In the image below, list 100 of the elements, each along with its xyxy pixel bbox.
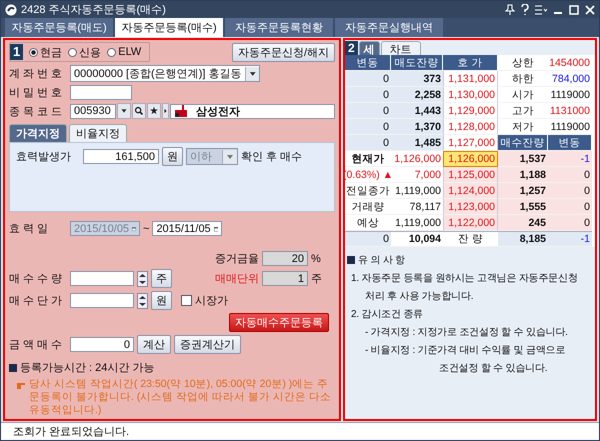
note-line: - 비율지정 : 기준가격 대비 수익률 및 금액으로	[364, 344, 566, 357]
square-bullet-icon	[347, 256, 355, 264]
table-cell: 0	[345, 87, 391, 103]
unit-label: 주	[311, 272, 323, 286]
lot-size-field: 1	[262, 271, 308, 286]
table-cell: 1,370	[391, 119, 443, 135]
column-header: 매도잔량	[391, 55, 443, 71]
maximize-icon[interactable]	[569, 4, 579, 14]
table-cell: 10,094	[391, 231, 443, 247]
table-cell: 0	[345, 103, 391, 119]
table-cell: 8,185	[498, 231, 548, 247]
table-cell: 고가	[498, 103, 548, 119]
quantity-field[interactable]	[70, 271, 134, 286]
search-icon[interactable]	[132, 103, 146, 119]
radio-option[interactable]: ELW	[107, 46, 142, 58]
table-cell: 하한	[498, 71, 548, 87]
field-label: 비 밀 번 호	[9, 86, 64, 100]
table-cell: 현재가	[345, 151, 391, 167]
field-label: 증거금율	[215, 252, 259, 266]
field-label: 금 액 매 수	[9, 338, 64, 352]
margin-rate-field: 20	[262, 251, 308, 266]
close-icon[interactable]	[585, 4, 595, 14]
table-cell: 시가	[498, 87, 548, 103]
field-label: 종 목 코 드	[9, 104, 64, 118]
table-cell: 상한	[498, 55, 548, 71]
apply-button[interactable]: 자동주문신청/해지	[232, 42, 335, 62]
quote-tab[interactable]: 세	[358, 41, 380, 55]
caret-icon	[244, 66, 259, 80]
notice-text: 당사 시스템 작업시간( 23:50(약 10분), 05:00(약 20분) )에는 주문등록이 불가합니다. (시스템 작업에 따라서 불가 시간은 다소 유동적입니다.)	[29, 378, 332, 417]
spinner-icon[interactable]	[137, 270, 148, 286]
unit-button[interactable]: 주	[151, 269, 172, 288]
help-icon[interactable]	[521, 4, 529, 15]
date-separator: ~	[143, 222, 150, 234]
end-date-field[interactable]: 2015/11/05	[152, 221, 222, 236]
trigger-price-field[interactable]: 161,500	[83, 149, 159, 164]
calculate-button[interactable]: 계산	[137, 335, 171, 354]
unit-button[interactable]: 원	[162, 147, 183, 166]
notice-title: 등록가능시간 : 24시간 가능	[20, 361, 154, 375]
table-cell: 0	[548, 215, 592, 231]
table-cell: 거래량	[345, 199, 391, 215]
note-line: 조건설정 할 수 있습니다.	[438, 362, 548, 375]
table-cell: 0	[345, 119, 391, 135]
tab[interactable]: 자동주문실행내역	[335, 18, 443, 37]
table-cell: 373	[391, 71, 443, 87]
table-cell: 0	[345, 231, 391, 247]
field-label: 매 수 단 가	[9, 294, 64, 308]
square-bullet-icon	[9, 364, 17, 372]
flag-icon	[174, 105, 188, 117]
note-line: - 가격지정 : 지정가로 조건설정 할 수 있습니다.	[364, 326, 569, 339]
table-cell: 저가	[498, 119, 548, 135]
column-header: 변동	[548, 135, 592, 151]
condition-tab[interactable]: 비율지정	[69, 124, 127, 142]
quote-tab[interactable]: 차트	[380, 41, 421, 55]
column-header: 매수잔량	[498, 135, 548, 151]
menu-icon[interactable]	[535, 4, 547, 14]
pin-icon[interactable]	[505, 4, 515, 15]
caret-icon[interactable]	[117, 103, 131, 119]
table-cell: 1,257	[498, 183, 548, 199]
radio-option[interactable]: 현금	[29, 44, 62, 60]
table-cell: 전일종가	[345, 183, 391, 199]
password-field[interactable]	[70, 85, 132, 100]
window-title: 2428 주식자동주문등록(매수)	[21, 3, 167, 17]
tab[interactable]: 자동주문등록현황	[225, 18, 333, 37]
table-cell: 0	[548, 199, 592, 215]
market-price-checkbox[interactable]: 시장가	[181, 293, 228, 308]
submit-order-button[interactable]: 자동매수주문등록	[229, 313, 329, 332]
table-cell: 1,537	[498, 151, 548, 167]
tab[interactable]: 자동주문등록(매수)	[115, 18, 223, 37]
field-label: 매매단위	[215, 272, 259, 286]
account-dropdown[interactable]: 00000000 [종합(은행연계)] 홍길동	[70, 65, 260, 82]
table-cell: 1,555	[498, 199, 548, 215]
table-cell: 1,122,000	[443, 215, 498, 231]
amount-field[interactable]: 0	[70, 337, 134, 352]
table-cell: 1,124,000	[443, 183, 498, 199]
table-cell: 245	[498, 215, 548, 231]
condition-tab[interactable]: 가격지정	[9, 124, 67, 142]
spinner-icon[interactable]	[137, 292, 148, 308]
table-cell: 잔 량	[443, 231, 498, 247]
radio-option[interactable]: 신용	[68, 44, 102, 60]
column-header: 변동	[345, 55, 391, 71]
notes-title: 유 의 사 항	[358, 254, 405, 267]
unit-button[interactable]: 원	[151, 291, 172, 310]
field-label: 매 수 수 량	[9, 272, 64, 286]
table-cell: 0	[548, 183, 592, 199]
table-cell: 1,126,000	[443, 151, 498, 167]
table-cell: 2,258	[391, 87, 443, 103]
caret-icon	[222, 150, 237, 164]
table-cell: 0	[345, 135, 391, 151]
arrow-right-icon[interactable]	[162, 103, 169, 119]
price-field[interactable]	[70, 293, 134, 308]
stock-code-field[interactable]: 005930	[70, 104, 116, 118]
column-header: 호 가	[443, 55, 498, 71]
table-cell: 1,188	[498, 167, 548, 183]
table-cell: 1,125,000	[443, 167, 498, 183]
table-cell: -1	[548, 231, 592, 247]
unit-label: %	[311, 252, 322, 264]
tab[interactable]: 자동주문등록(매도)	[5, 18, 113, 37]
calculator-button[interactable]: 증권계산기	[174, 335, 241, 354]
section-badge: 2	[345, 41, 358, 55]
table-cell: -1	[548, 151, 592, 167]
